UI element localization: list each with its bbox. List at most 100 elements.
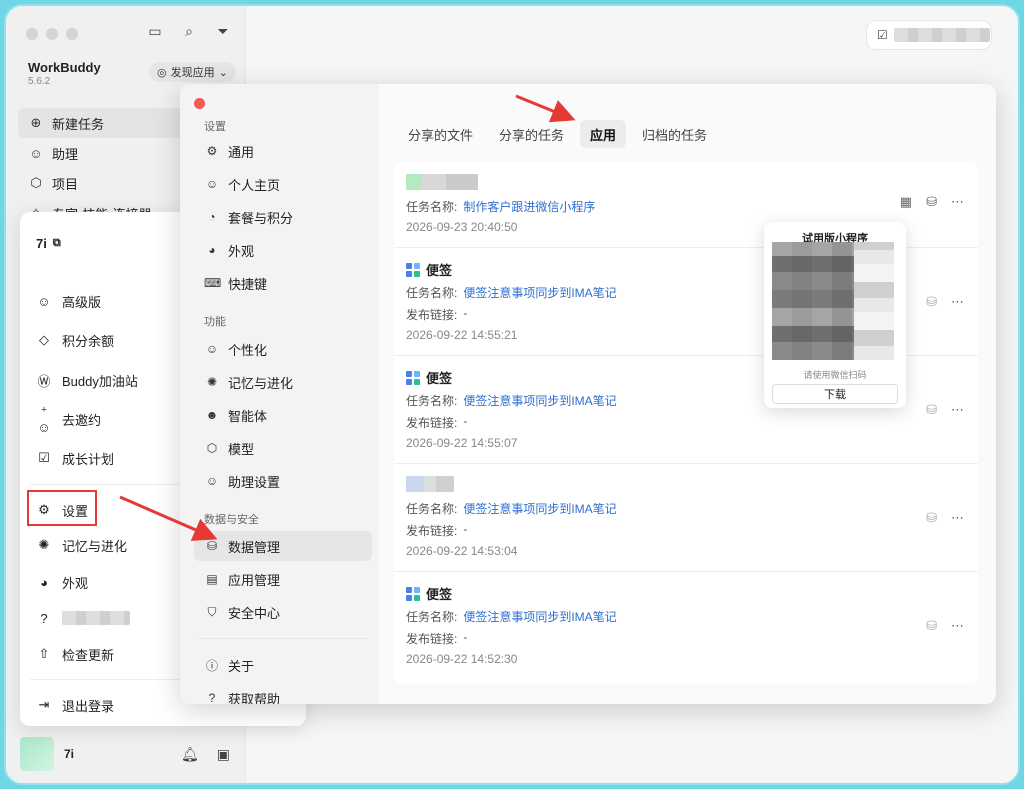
- section-features: 功能: [204, 316, 226, 328]
- settings-nav-personalize[interactable]: ☺ 个性化: [194, 334, 372, 364]
- app-name: WorkBuddy: [28, 60, 101, 75]
- task-link[interactable]: 制作客户跟进微信小程序: [463, 198, 595, 215]
- menu-item-logout[interactable]: ⇥ 退出登录: [30, 690, 180, 720]
- user-sparkle-icon: ☺: [205, 342, 219, 356]
- devices-icon[interactable]: ▣: [217, 746, 230, 763]
- section-settings: 设置: [204, 121, 226, 133]
- qr-popover: 试用版小程序 请使用微信扫码 下载: [764, 222, 906, 408]
- more-icon[interactable]: ⋯: [951, 510, 964, 526]
- divider: [198, 638, 368, 639]
- qr-code-icon[interactable]: ▦: [900, 194, 912, 210]
- tab-shared-tasks[interactable]: 分享的任务: [489, 120, 574, 148]
- pie-icon: ◔: [208, 210, 216, 224]
- shield-icon: ⛉: [207, 604, 217, 619]
- cube-icon: ⬡: [206, 441, 218, 455]
- w-circle-icon: Ⓦ: [37, 373, 51, 389]
- tab-shared-files[interactable]: 分享的文件: [398, 120, 483, 148]
- assistant-icon: ☺: [205, 474, 219, 488]
- app-title: 便签: [426, 263, 453, 278]
- menu-item-buddy-station[interactable]: Ⓦ Buddy加油站: [30, 365, 180, 395]
- settings-highlight-box: [27, 490, 97, 526]
- qr-hint: 请使用微信扫码: [803, 370, 867, 380]
- timestamp: 2026-09-22 14:53:04: [406, 544, 518, 558]
- database-icon[interactable]: ⛁: [926, 618, 937, 634]
- app-grid-icon: [406, 586, 420, 601]
- avatar[interactable]: [20, 737, 54, 771]
- task-link[interactable]: 便签注意事项同步到IMA笔记: [463, 392, 616, 409]
- task-link[interactable]: 便签注意事项同步到IMA笔记: [463, 500, 616, 517]
- more-icon[interactable]: ⋯: [951, 402, 964, 418]
- section-data-security: 数据与安全: [204, 514, 259, 526]
- discover-apps-label: 发现应用: [170, 67, 215, 79]
- blurred-text: [893, 28, 990, 42]
- discover-apps-button[interactable]: ◎ 发现应用 ⌄: [149, 62, 236, 82]
- menu-item-premium[interactable]: ☺ 高级版: [30, 286, 180, 316]
- menu-item-appearance[interactable]: ◕ 外观: [30, 567, 180, 597]
- qr-code-image: [772, 242, 894, 360]
- robot-icon: ☻: [205, 408, 219, 422]
- project-icon: ⬡: [30, 175, 42, 190]
- question-icon: ?: [40, 610, 48, 626]
- settings-nav-about[interactable]: ⓘ 关于: [194, 650, 372, 680]
- list-item: 任务名称: 便签注意事项同步到IMA笔记 发布链接: - 2026-09-22 14…: [394, 464, 978, 572]
- close-dot[interactable]: [194, 98, 205, 109]
- settings-nav-models[interactable]: ⬡ 模型: [194, 433, 372, 463]
- user-icon: ☺: [37, 293, 51, 309]
- menu-item-memory[interactable]: ✺ 记忆与进化: [30, 530, 180, 560]
- app-title: 便签: [426, 587, 453, 602]
- settings-nav-agents[interactable]: ☻ 智能体: [194, 400, 372, 430]
- database-icon[interactable]: ⛁: [926, 402, 937, 418]
- timestamp: 2026-09-23 20:40:50: [406, 220, 518, 234]
- database-icon[interactable]: ⛁: [926, 510, 937, 526]
- settings-nav-help[interactable]: ? 获取帮助: [194, 683, 372, 704]
- plus-circle-icon: ⊕: [30, 115, 42, 130]
- menu-item-growth[interactable]: ☑ 成长计划: [30, 443, 180, 473]
- filter-icon[interactable]: ⏷: [214, 22, 232, 40]
- minimize-dot[interactable]: [46, 28, 58, 40]
- tab-apps[interactable]: 应用: [580, 120, 627, 148]
- more-icon[interactable]: ⋯: [951, 618, 964, 634]
- menu-item-invite[interactable]: ⁺☺ 去邀约: [30, 404, 180, 435]
- app-grid-icon: [406, 370, 420, 385]
- zoom-dot[interactable]: [66, 28, 78, 40]
- user-name: 7i: [64, 747, 75, 761]
- tab-archived-tasks[interactable]: 归档的任务: [632, 120, 717, 148]
- settings-nav-profile[interactable]: ☺ 个人主页: [194, 169, 372, 199]
- list-item: 便签 任务名称: 便签注意事项同步到IMA笔记 发布链接: - 2026-09-22…: [394, 572, 978, 680]
- close-dot[interactable]: [26, 28, 38, 40]
- publish-link: -: [463, 522, 468, 536]
- top-right-account[interactable]: ☑: [866, 20, 992, 50]
- bell-icon[interactable]: 🔔︎: [181, 746, 199, 763]
- chevron-down-icon: ⌄: [218, 66, 228, 79]
- window-controls: [26, 28, 78, 40]
- publish-link: -: [463, 630, 468, 644]
- database-icon: ⛁: [206, 539, 218, 553]
- settings-nav-general[interactable]: ⚙ 通用: [194, 136, 372, 166]
- settings-nav-shortcuts[interactable]: ⌨ 快捷键: [194, 268, 372, 298]
- search-icon[interactable]: ⌕: [180, 22, 198, 40]
- apps-icon: ◎: [157, 66, 167, 79]
- bulb-icon: ✺: [38, 537, 50, 552]
- settings-nav-assistant[interactable]: ☺ 助理设置: [194, 466, 372, 496]
- settings-nav-plan[interactable]: ◔ 套餐与积分: [194, 202, 372, 232]
- database-icon[interactable]: ⛁: [926, 294, 937, 310]
- settings-nav-data-management[interactable]: ⛁ 数据管理: [194, 531, 372, 561]
- palette-icon: ◕: [208, 243, 216, 257]
- sidebar-toggle-icon[interactable]: ▭: [146, 22, 164, 40]
- menu-item-points[interactable]: ◇ 积分余额: [30, 325, 180, 355]
- menu-item-check-update[interactable]: ⇧ 检查更新: [30, 639, 180, 669]
- download-button[interactable]: 下载: [772, 384, 898, 404]
- task-link[interactable]: 便签注意事项同步到IMA笔记: [463, 284, 616, 301]
- more-icon[interactable]: ⋯: [951, 294, 964, 310]
- database-icon[interactable]: ⛁: [926, 194, 937, 210]
- task-link[interactable]: 便签注意事项同步到IMA笔记: [463, 608, 616, 625]
- more-icon[interactable]: ⋯: [951, 194, 964, 210]
- copy-icon[interactable]: ⧉: [53, 237, 61, 250]
- settings-nav-memory[interactable]: ✺ 记忆与进化: [194, 367, 372, 397]
- settings-nav-appearance[interactable]: ◕ 外观: [194, 235, 372, 265]
- menu-item-help-hidden[interactable]: ?: [30, 603, 180, 633]
- settings-nav-app-management[interactable]: ▤ 应用管理: [194, 564, 372, 594]
- settings-tabs: 分享的文件 分享的任务 应用 归档的任务: [398, 120, 717, 148]
- settings-sidebar: 设置 ⚙ 通用 ☺ 个人主页 ◔ 套餐与积分 ◕ 外观 ⌨ 快捷键 功能 ☺ 个性化 ✺ 记忆…: [180, 84, 378, 704]
- settings-nav-security[interactable]: ⛉ 安全中心: [194, 597, 372, 627]
